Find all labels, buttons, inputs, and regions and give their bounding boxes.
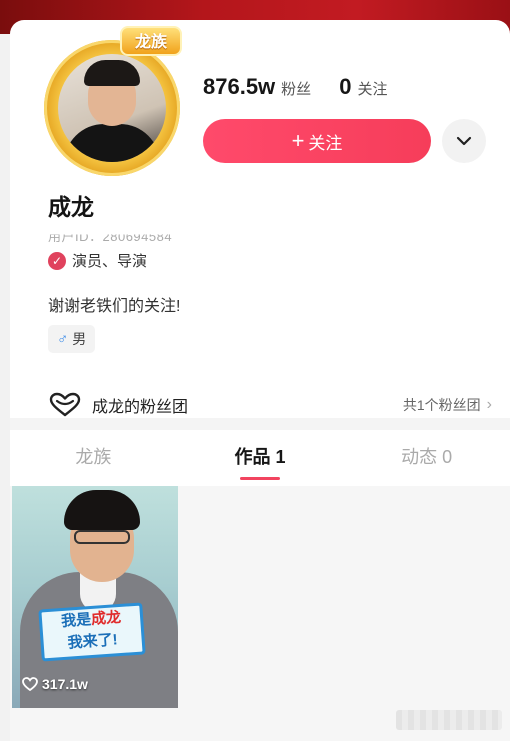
following-label[interactable]: 关注	[357, 78, 387, 99]
heart-outline-icon	[49, 392, 81, 417]
verified-icon: ✓	[48, 251, 66, 270]
tab-moments[interactable]: 动态 0	[343, 430, 510, 484]
followers-label[interactable]: 粉丝	[281, 78, 311, 99]
fan-club-count-text: 共1个粉丝团	[402, 397, 481, 413]
follow-button[interactable]: + 关注	[203, 119, 431, 163]
video-tile[interactable]: 我是成龙 我来了! 317.1w	[12, 486, 178, 708]
tab-dragon-clan[interactable]: 龙族	[10, 430, 177, 484]
following-count[interactable]: 0	[339, 74, 351, 100]
profile-stats: 876.5w 粉丝 0 关注	[203, 74, 387, 100]
fan-club-label: 成龙的粉丝团	[92, 399, 189, 416]
chevron-down-icon	[456, 136, 472, 146]
video-likes-count: 317.1w	[42, 676, 88, 692]
profile-tabs: 龙族 作品 1 动态 0	[10, 430, 510, 484]
follow-button-label: 关注	[308, 133, 343, 153]
heart-icon	[22, 677, 38, 691]
user-id: 用户ID：280694584	[48, 229, 173, 244]
verification-row: ✓ 演员、导演	[48, 250, 147, 271]
plus-icon: +	[291, 128, 305, 153]
video-caption-banner: 我是成龙 我来了!	[38, 602, 146, 662]
video-caption-highlight: 成龙	[90, 608, 122, 629]
more-options-button[interactable]	[442, 119, 486, 163]
avatar-photo	[58, 54, 166, 162]
watermark	[396, 710, 502, 730]
fan-club-row[interactable]: 成龙的粉丝团 共1个粉丝团 ›	[48, 392, 492, 418]
section-divider	[10, 418, 510, 430]
bio: 谢谢老铁们的关注!	[48, 298, 181, 315]
profile-name: 成龙	[48, 194, 94, 220]
fan-club-count: 共1个粉丝团 ›	[403, 395, 492, 415]
avatar[interactable]: 龙族	[38, 26, 188, 176]
followers-count[interactable]: 876.5w	[203, 74, 275, 100]
profile-card: 龙族 876.5w 粉丝 0 关注 + 关注 成龙 用户ID：280694584…	[10, 20, 510, 420]
gender-tag: ♂ 男	[48, 325, 96, 353]
video-likes: 317.1w	[22, 676, 88, 692]
verification-text: 演员、导演	[72, 253, 148, 270]
gender-label: 男	[72, 331, 87, 347]
video-grid: 我是成龙 我来了! 317.1w	[10, 486, 510, 741]
male-icon: ♂	[57, 330, 69, 348]
left-edge	[0, 34, 10, 741]
tab-works[interactable]: 作品 1	[177, 430, 344, 484]
video-caption-part1: 我是	[60, 611, 92, 631]
avatar-badge: 龙族	[120, 26, 182, 56]
chevron-right-icon: ›	[486, 396, 492, 413]
